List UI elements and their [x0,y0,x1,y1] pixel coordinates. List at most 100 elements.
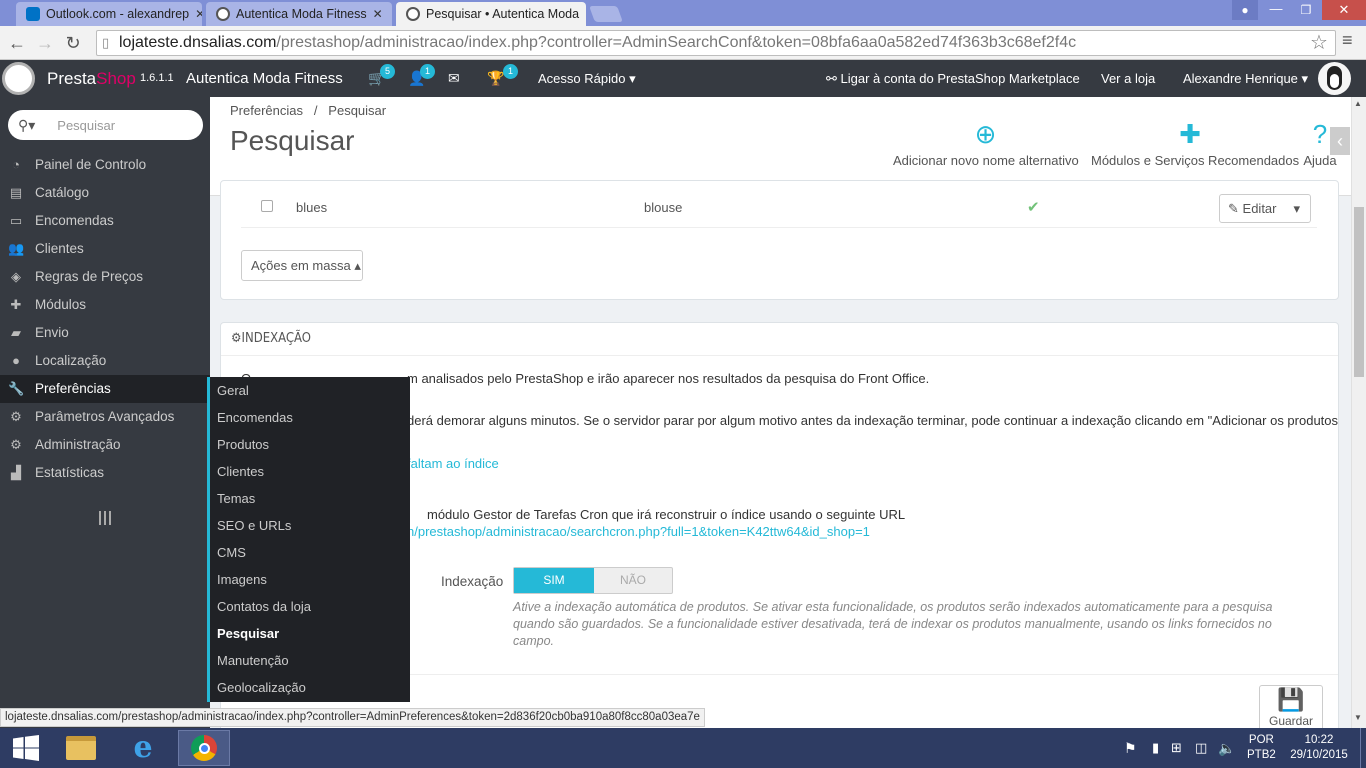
info-text-1: m analisados pelo PrestaShop e irão apar… [407,371,930,386]
sidebar-item-catalog[interactable]: ▤ Catálogo [0,179,210,207]
sidebar-item-label: Administração [35,437,121,452]
row-checkbox[interactable] [261,200,273,212]
caret-down-icon: ▾ [1301,71,1309,86]
user-icon[interactable]: 👤 1 [408,60,435,97]
file-explorer-icon[interactable] [55,730,107,766]
sidebar-item-stats[interactable]: ▟ Estatísticas [0,459,210,487]
submenu-item-orders[interactable]: Encomendas [217,404,293,431]
trophy-icon[interactable]: 🏆 1 [487,60,518,97]
chevron-left-icon[interactable]: ‹ [1330,127,1350,155]
restore-icon[interactable]: ❐ [1292,0,1320,20]
cogs-icon: ⚙ [231,331,242,346]
sidebar-item-dashboard[interactable]: ◔ Painel de Controlo [0,151,210,179]
menu-icon[interactable]: ≡ [1342,30,1353,51]
windows-icon[interactable]: ⊞ [1171,740,1182,756]
back-icon[interactable]: ← [6,32,28,54]
vertical-scrollbar[interactable]: ▲ ▼ [1351,97,1366,728]
caret-down-icon[interactable]: ▾ [1293,195,1300,222]
show-desktop-button[interactable] [1360,728,1366,768]
forward-icon[interactable]: → [34,32,56,54]
avatar[interactable] [1318,62,1351,95]
battery-icon[interactable]: ▮ [1152,740,1159,756]
sidebar-item-label: Encomendas [35,213,114,228]
recommended-modules-button[interactable]: ✚ Módulos e Serviços Recomendados [1091,119,1300,168]
shop-name[interactable]: Autentica Moda Fitness [186,60,343,97]
scroll-up-icon[interactable]: ▲ [1354,99,1362,108]
sidebar-item-modules[interactable]: ✚ Módulos [0,291,210,319]
add-alias-button[interactable]: ⊕ Adicionar novo nome alternativo [893,119,1079,168]
cart-icon[interactable]: 🛒 5 [368,60,395,97]
sidebar-item-administration[interactable]: ⚙ Administração [0,431,210,459]
windows-start-icon[interactable] [0,730,52,766]
browser-tab-shop[interactable]: Autentica Moda Fitness ✕ [206,2,392,26]
submenu-item-images[interactable]: Imagens [217,566,267,593]
employee-menu[interactable]: Alexandre Henrique ▾ [1183,60,1308,97]
scrollbar-thumb[interactable] [1354,207,1364,377]
breadcrumb-item[interactable]: Preferências [230,103,303,118]
submenu-item-store-contacts[interactable]: Contatos da loja [217,593,311,620]
address-bar-row: ← → ↻ ▯ lojateste.dnsalias.com/prestashop… [0,26,1366,60]
toggle-yes[interactable]: SIM [514,568,594,593]
submenu-item-geolocation[interactable]: Geolocalização [217,674,306,701]
save-button[interactable]: 💾 Guardar [1259,685,1323,731]
toolbar-label: Adicionar novo nome alternativo [893,153,1079,168]
submenu-item-cms[interactable]: CMS [217,539,246,566]
user-profile-icon[interactable]: ● [1232,0,1258,20]
scroll-down-icon[interactable]: ▼ [1354,713,1362,722]
url-input[interactable]: ▯ lojateste.dnsalias.com/prestashop/admin… [96,30,1336,56]
submenu-item-maintenance[interactable]: Manutenção [217,647,289,674]
add-missing-products-link[interactable]: faltam ao índice [407,456,499,471]
cron-url-link[interactable]: n/prestashop/administracao/searchcron.ph… [407,524,870,539]
tab-label: Autentica Moda Fitness [236,7,367,21]
close-icon[interactable]: ✕ [367,7,383,21]
language-indicator[interactable]: POR PTB2 [1247,733,1276,763]
sidebar-item-orders[interactable]: ▭ Encomendas [0,207,210,235]
chrome-icon[interactable] [178,730,230,766]
submenu-item-seo[interactable]: SEO e URLs [217,512,291,539]
search-input[interactable]: Pesquisar [57,118,115,133]
sidebar-search[interactable]: ⚲▾ Pesquisar [8,110,203,140]
bookmark-star-icon[interactable]: ☆ [1310,30,1328,55]
submenu-item-customers[interactable]: Clientes [217,458,264,485]
outlook-icon [26,7,40,21]
minimize-icon[interactable]: — [1262,0,1290,20]
browser-tab-search[interactable]: Pesquisar • Autentica Moda ✕ [396,2,586,26]
view-shop-link[interactable]: Ver a loja [1101,60,1155,97]
toolbar-label: Módulos e Serviços Recomendados [1091,153,1300,168]
close-icon[interactable]: ✕ [189,7,202,21]
submenu-item-general[interactable]: Geral [217,377,249,404]
bulk-actions-button[interactable]: Ações em massa ▴ [241,250,363,281]
clock[interactable]: 10:22 29/10/2015 [1288,733,1350,763]
submenu-item-search[interactable]: Pesquisar [217,620,279,647]
brand-logo[interactable]: PrestaShop [47,60,136,97]
envelope-icon[interactable]: ✉ [448,60,460,97]
new-tab-button[interactable] [589,6,623,22]
sidebar-item-advanced-parameters[interactable]: ⚙ Parâmetros Avançados [0,403,210,431]
marketplace-link[interactable]: ⚯ Ligar à conta do PrestaShop Marketplac… [826,60,1080,97]
sidebar-item-customers[interactable]: 👥 Clientes [0,235,210,263]
network-icon[interactable]: ◫ [1195,740,1207,756]
submenu-item-themes[interactable]: Temas [217,485,255,512]
volume-icon[interactable]: 🔈 [1218,740,1235,757]
window-close-icon[interactable]: ✕ [1322,0,1366,20]
sidebar-item-price-rules[interactable]: ◈ Regras de Preços [0,263,210,291]
globe-icon: ● [12,353,20,368]
submenu-item-products[interactable]: Produtos [217,431,269,458]
browser-tab-outlook[interactable]: Outlook.com - alexandrep ✕ [16,2,202,26]
reload-icon[interactable]: ↻ [62,32,84,54]
search-icon[interactable]: ⚲▾ [18,117,35,134]
sidebar-item-shipping[interactable]: ▰ Envio [0,319,210,347]
action-center-icon[interactable]: ⚑ [1124,740,1137,757]
quick-access-dropdown[interactable]: Acesso Rápido ▾ [538,60,636,97]
sidebar-item-preferences[interactable]: 🔧 Preferências [0,375,210,403]
collapse-sidebar-icon[interactable] [99,511,111,525]
edit-button[interactable]: ✎ Editar ▾ [1219,194,1311,223]
users-badge: 1 [420,64,435,79]
close-icon[interactable]: ✕ [579,7,586,21]
sidebar-item-localization[interactable]: ● Localização [0,347,210,375]
indexing-toggle[interactable]: SIM NÃO [513,567,673,594]
internet-explorer-icon[interactable]: e [117,730,169,766]
heading-divider [221,355,1338,356]
admin-header: PrestaShop 1.6.1.1 Autentica Moda Fitnes… [0,60,1366,97]
toggle-no[interactable]: NÃO [594,568,672,593]
